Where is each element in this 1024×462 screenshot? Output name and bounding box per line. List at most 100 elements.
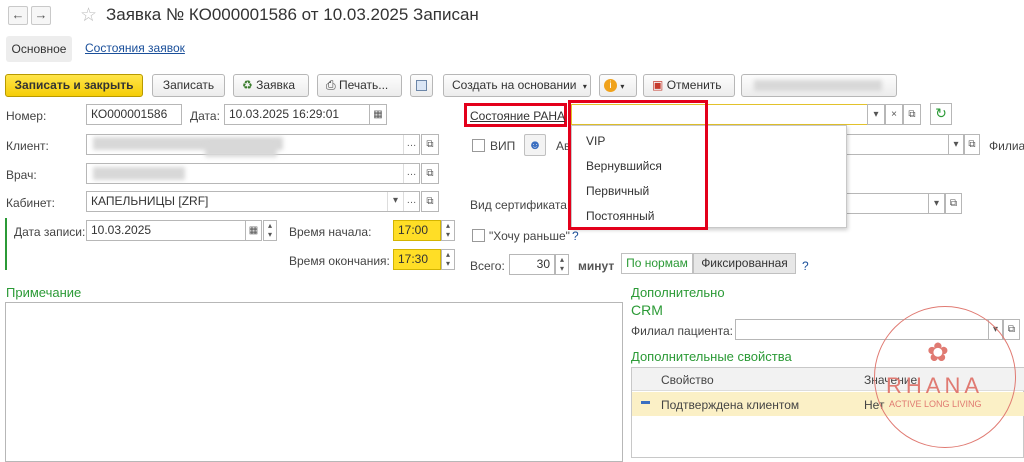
redacted-label xyxy=(754,80,882,91)
cabinet-select-button[interactable]: … xyxy=(403,192,419,211)
calendar-icon: ▦ xyxy=(248,225,259,236)
want-earlier-help-icon[interactable]: ? xyxy=(572,229,579,243)
total-label: Всего: xyxy=(470,259,505,273)
avatar-button[interactable]: ☻ xyxy=(524,134,546,156)
end-time-label: Время окончания: xyxy=(289,254,390,268)
av-dropdown-button[interactable]: ▾ xyxy=(948,134,964,155)
save-button[interactable]: Записать xyxy=(152,74,225,97)
notes-textarea[interactable] xyxy=(5,302,623,462)
cabinet-label: Кабинет: xyxy=(6,196,55,210)
tab-main[interactable]: Основное xyxy=(6,36,72,62)
chevron-down-icon: ▾ xyxy=(620,82,625,91)
chevron-down-icon: ▾ xyxy=(582,82,587,91)
patient-branch-dropdown-button[interactable]: ▾ xyxy=(988,319,1003,340)
open-link-icon: ⧉ xyxy=(968,139,976,150)
certificate-open-button[interactable]: ⧉ xyxy=(945,193,962,214)
page-title: Заявка № КО000001586 от 10.03.2025 Запис… xyxy=(106,5,479,24)
doctor-label: Врач: xyxy=(6,168,37,182)
patient-branch-field[interactable] xyxy=(735,319,989,340)
state-open-button[interactable]: ⧉ xyxy=(903,104,921,125)
tab-request-states[interactable]: Состояния заявок xyxy=(85,41,185,55)
av-open-button[interactable]: ⧉ xyxy=(964,134,980,155)
chevron-down-icon: ▾ xyxy=(933,198,940,209)
info-menu-button[interactable]: i ▾ xyxy=(599,74,637,97)
vip-checkbox[interactable] xyxy=(472,139,485,152)
cabinet-dropdown-button[interactable]: ▾ xyxy=(387,192,403,211)
record-date-field[interactable]: 10.03.2025 xyxy=(86,220,246,241)
doctor-open-button[interactable]: ⧉ xyxy=(421,163,439,184)
doctor-select-button[interactable]: … xyxy=(403,164,419,183)
number-field[interactable]: КО000001586 xyxy=(86,104,182,125)
open-link-icon: ⧉ xyxy=(908,109,916,120)
request-button-label: Заявка xyxy=(256,78,296,92)
arrow-left-icon: ← xyxy=(11,7,25,22)
end-time-stepper[interactable]: ▴ ▾ xyxy=(441,249,455,270)
refresh-button[interactable]: ↻ xyxy=(930,103,952,125)
open-link-icon: ⧉ xyxy=(426,196,434,207)
certificate-field[interactable] xyxy=(845,193,929,214)
state-clear-button[interactable]: × xyxy=(885,104,903,125)
cabinet-open-button[interactable]: ⧉ xyxy=(421,191,439,212)
person-icon: ☻ xyxy=(528,137,542,152)
minus-icon xyxy=(641,401,650,404)
record-date-calendar-button[interactable]: ▦ xyxy=(245,220,262,241)
flower-logo-icon: ✿ xyxy=(927,337,949,367)
date-label: Дата: xyxy=(190,109,220,123)
arrow-right-icon: → xyxy=(34,7,48,22)
cabinet-field[interactable]: КАПЕЛЬНИЦЫ [ZRF] ▾ … xyxy=(86,191,420,212)
want-earlier-label: "Хочу раньше" xyxy=(489,229,570,243)
printer-icon: ⎙ xyxy=(326,78,336,92)
client-select-button[interactable]: … xyxy=(403,135,419,154)
start-time-label: Время начала: xyxy=(289,225,372,239)
row-value: Нет xyxy=(864,398,885,412)
cabinet-value: КАПЕЛЬНИЦЫ [ZRF] xyxy=(91,194,209,208)
end-time-field[interactable]: 17:30 xyxy=(393,249,441,270)
record-date-stepper[interactable]: ▴ ▾ xyxy=(263,220,277,241)
certificate-dropdown-button[interactable]: ▾ xyxy=(928,193,945,214)
av-field[interactable] xyxy=(845,134,949,155)
hidden-action-button[interactable] xyxy=(741,74,897,97)
date-field[interactable]: 10.03.2025 16:29:01 xyxy=(224,104,370,125)
favorite-star-icon[interactable]: ☆ xyxy=(80,4,97,27)
branch-label: Филиа xyxy=(989,139,1024,153)
stepper-arrows-icon: ▴ ▾ xyxy=(267,221,272,239)
print-button-label: Печать... xyxy=(338,78,389,92)
cancel-button[interactable]: ▣ Отменить xyxy=(643,74,735,97)
save-and-close-button[interactable]: Записать и закрыть xyxy=(5,74,143,97)
info-icon: i xyxy=(604,79,617,93)
chevron-down-icon: ▾ xyxy=(953,139,959,150)
by-norms-toggle[interactable]: По нормам xyxy=(621,253,693,274)
state-dropdown-button[interactable]: ▾ xyxy=(867,104,885,125)
start-time-field[interactable]: 17:00 xyxy=(393,220,441,241)
col-value-header: Значение xyxy=(864,373,918,387)
cancel-document-icon: ▣ xyxy=(652,78,664,92)
forward-button[interactable]: → xyxy=(31,6,51,25)
col-property-header: Свойство xyxy=(661,373,714,387)
print-button[interactable]: ⎙ Печать... xyxy=(317,74,402,97)
fixed-toggle[interactable]: Фиксированная xyxy=(693,253,796,274)
patient-branch-open-button[interactable]: ⧉ xyxy=(1003,319,1020,340)
redacted-client-extra xyxy=(205,143,277,157)
create-based-on-dropdown[interactable]: Создать на основании ▾ xyxy=(443,74,591,97)
table-icon xyxy=(416,80,427,92)
cancel-button-label: Отменить xyxy=(666,78,722,92)
total-stepper[interactable]: ▴ ▾ xyxy=(555,254,569,275)
state-label: Состояние РАНА xyxy=(470,109,566,123)
tree-icon: ♻ xyxy=(242,78,253,92)
number-label: Номер: xyxy=(6,109,47,123)
total-minutes-field[interactable]: 30 xyxy=(509,254,555,275)
duration-help-icon[interactable]: ? xyxy=(802,259,809,273)
start-time-stepper[interactable]: ▴ ▾ xyxy=(441,220,455,241)
back-button[interactable]: ← xyxy=(8,6,28,25)
client-label: Клиент: xyxy=(6,139,49,153)
chevron-down-icon: ▾ xyxy=(992,324,999,335)
notes-title: Примечание xyxy=(6,285,82,300)
client-open-button[interactable]: ⧉ xyxy=(421,134,439,155)
refresh-icon: ↻ xyxy=(935,105,947,121)
patient-branch-label: Филиал пациента: xyxy=(631,324,733,338)
date-calendar-button[interactable]: ▦ xyxy=(369,104,387,125)
want-earlier-checkbox[interactable] xyxy=(472,229,485,242)
doctor-field[interactable]: … xyxy=(86,163,420,184)
table-view-button[interactable] xyxy=(410,74,433,97)
request-button[interactable]: ♻ Заявка xyxy=(233,74,309,97)
